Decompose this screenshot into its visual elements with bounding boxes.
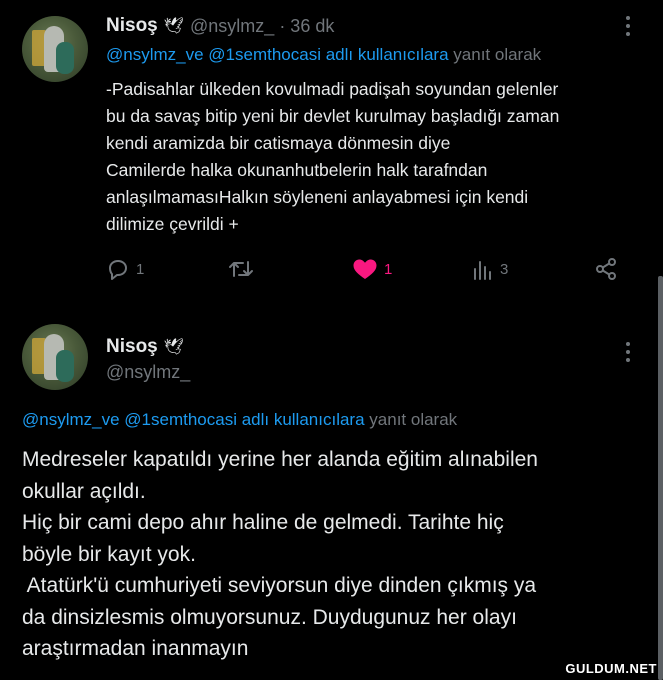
author-name-row[interactable]: Nisoş 🕊 xyxy=(106,336,184,358)
retweet-button[interactable] xyxy=(228,258,254,280)
like-button[interactable]: 1 xyxy=(352,258,392,280)
tweet-text-line: araştırmadan inanmayın xyxy=(22,637,249,660)
author-handle[interactable]: @nsylmz_ xyxy=(106,362,190,383)
tweet-text-line: dilimize çevrildi + xyxy=(106,214,239,234)
views-button[interactable]: 3 xyxy=(472,258,508,280)
more-icon[interactable] xyxy=(624,16,632,40)
post-time[interactable]: · 36 dk xyxy=(279,16,334,36)
share-icon xyxy=(596,258,616,280)
watermark: GULDUM.NET xyxy=(565,661,657,676)
tweet-text-line: Atatürk'ü cumhuriyeti seviyorsun diye di… xyxy=(22,574,537,597)
reply-icon xyxy=(109,260,127,280)
reply-suffix: yanıt olarak xyxy=(453,45,542,64)
author-name[interactable]: Nisoş xyxy=(106,336,158,357)
avatar[interactable] xyxy=(22,324,88,390)
tweet-text-line: okullar açıldı. xyxy=(22,479,146,503)
tweet-text-line: böyle bir kayıt yok. xyxy=(22,542,196,566)
views-count: 3 xyxy=(500,260,509,278)
tweet-text-line: Hiç bir cami depo ahır haline de gelmedi… xyxy=(22,511,504,534)
dove-icon: 🕊 xyxy=(163,339,185,356)
reply-count: 1 xyxy=(136,260,145,278)
author-name-row[interactable]: Nisoş 🕊 xyxy=(106,15,184,37)
avatar[interactable] xyxy=(22,16,88,82)
dove-icon: 🕊 xyxy=(163,18,185,35)
tweet-text-line: kendi aramizda bir catismaya dönmesin di… xyxy=(106,133,451,153)
tweet-text-line: -Padisahlar ülkeden kovulmadi padişah so… xyxy=(106,79,559,99)
scrollbar[interactable] xyxy=(658,276,663,680)
tweet-text-line: Camilerde halka okunanhutbelerin halk ta… xyxy=(106,160,488,180)
author-name[interactable]: Nisoş xyxy=(106,15,158,36)
share-button[interactable] xyxy=(594,258,618,280)
tweet-text-line: da dinsizlesmis olmuyorsunuz. Duydugunuz… xyxy=(22,605,517,629)
action-bar: 1 1 3 xyxy=(100,254,640,284)
retweet-icon xyxy=(229,261,253,277)
reply-suffix: yanıt olarak xyxy=(369,410,458,429)
more-icon[interactable] xyxy=(624,342,632,366)
reply-to-users-link[interactable]: @nsylmz_ve @1semthocasi adlı kullanıcıla… xyxy=(106,45,449,64)
reply-context: @nsylmz_ve @1semthocasi adlı kullanıcıla… xyxy=(106,45,541,65)
handle-time: @nsylmz_ · 36 dk xyxy=(190,16,334,37)
like-count: 1 xyxy=(384,260,393,278)
tweet-text: -Padisahlar ülkeden kovulmadi padişah so… xyxy=(106,76,646,238)
tweet-text: Medreseler kapatıldı yerine her alanda e… xyxy=(22,444,652,665)
tweet-text-line: bu da savaş bitip yeni bir devlet kurulm… xyxy=(106,106,560,126)
tweet-text-line: anlaşılmamasıHalkın söyleneni anlayabmes… xyxy=(106,187,529,207)
views-icon xyxy=(474,261,491,280)
author-handle[interactable]: @nsylmz_ xyxy=(190,16,274,36)
reply-button[interactable]: 1 xyxy=(106,258,144,280)
tweet-text-line: Medreseler kapatıldı yerine her alanda e… xyxy=(22,448,538,471)
reply-context: @nsylmz_ve @1semthocasi adlı kullanıcıla… xyxy=(22,410,457,430)
heart-icon xyxy=(353,259,377,279)
reply-to-users-link[interactable]: @nsylmz_ve @1semthocasi adlı kullanıcıla… xyxy=(22,410,365,429)
